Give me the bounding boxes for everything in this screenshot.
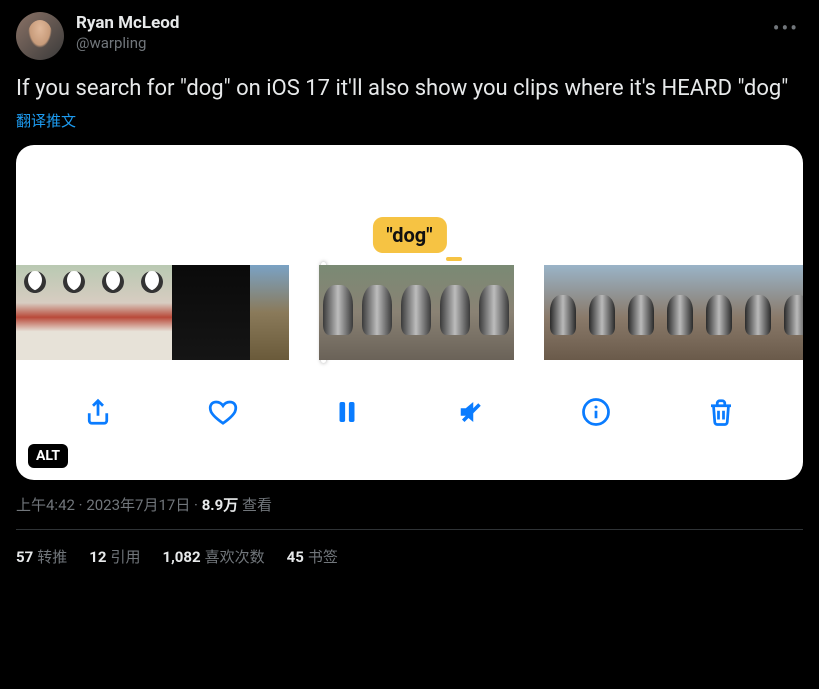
thumbnail bbox=[358, 265, 397, 360]
pause-icon[interactable] bbox=[329, 394, 365, 430]
trash-icon[interactable] bbox=[703, 394, 739, 430]
thumbnail bbox=[16, 265, 55, 360]
thumbnail bbox=[211, 265, 250, 360]
thumbnail bbox=[739, 265, 778, 360]
handle: @warpling bbox=[76, 34, 769, 54]
share-icon[interactable] bbox=[80, 394, 116, 430]
thumbnail bbox=[661, 265, 700, 360]
media-card[interactable]: "dog" bbox=[16, 145, 803, 480]
thumbnail bbox=[55, 265, 94, 360]
bookmarks-stat[interactable]: 45书签 bbox=[287, 546, 338, 567]
thumbnail bbox=[397, 265, 436, 360]
thumbnail bbox=[250, 265, 289, 360]
tweet-meta[interactable]: 上午4:42 · 2023年7月17日 · 8.9万 查看 bbox=[16, 494, 803, 515]
video-timeline[interactable] bbox=[16, 265, 803, 360]
thumbnail bbox=[172, 265, 211, 360]
likes-stat[interactable]: 1,082喜欢次数 bbox=[162, 546, 264, 567]
tweet-stats: 57转推 12引用 1,082喜欢次数 45书签 bbox=[16, 530, 803, 583]
display-name: Ryan McLeod bbox=[76, 12, 769, 34]
clip-group-1[interactable] bbox=[16, 265, 289, 360]
thumbnail bbox=[583, 265, 622, 360]
thumbnail bbox=[436, 265, 475, 360]
tweet-date: 2023年7月17日 bbox=[86, 496, 190, 514]
alt-badge[interactable]: ALT bbox=[28, 444, 68, 468]
more-icon[interactable]: ••• bbox=[769, 12, 803, 44]
tweet-text: If you search for "dog" on iOS 17 it'll … bbox=[16, 74, 803, 104]
thumbnail bbox=[133, 265, 172, 360]
author-block[interactable]: Ryan McLeod @warpling bbox=[76, 12, 769, 54]
thumbnail bbox=[544, 265, 583, 360]
mute-icon[interactable] bbox=[454, 394, 490, 430]
tweet-header: Ryan McLeod @warpling ••• bbox=[16, 12, 803, 60]
avatar[interactable] bbox=[16, 12, 64, 60]
clip-group-3[interactable] bbox=[544, 265, 803, 360]
translate-link[interactable]: 翻译推文 bbox=[16, 110, 803, 131]
thumbnail bbox=[700, 265, 739, 360]
retweets-stat[interactable]: 57转推 bbox=[16, 546, 67, 567]
tweet-container: Ryan McLeod @warpling ••• If you search … bbox=[0, 0, 819, 583]
thumbnail bbox=[94, 265, 133, 360]
thumbnail bbox=[622, 265, 661, 360]
tweet-time: 上午4:42 bbox=[16, 496, 75, 514]
quotes-stat[interactable]: 12引用 bbox=[89, 546, 140, 567]
search-highlight-label: "dog" bbox=[372, 217, 446, 253]
info-icon[interactable] bbox=[578, 394, 614, 430]
clip-group-2[interactable] bbox=[319, 265, 514, 360]
views-label: 查看 bbox=[238, 496, 272, 514]
media-toolbar bbox=[16, 377, 803, 447]
thumbnail bbox=[778, 265, 803, 360]
heart-icon[interactable] bbox=[205, 394, 241, 430]
highlight-tick bbox=[446, 257, 462, 261]
thumbnail bbox=[319, 265, 358, 360]
thumbnail bbox=[475, 265, 514, 360]
views-count: 8.9万 bbox=[202, 496, 239, 514]
